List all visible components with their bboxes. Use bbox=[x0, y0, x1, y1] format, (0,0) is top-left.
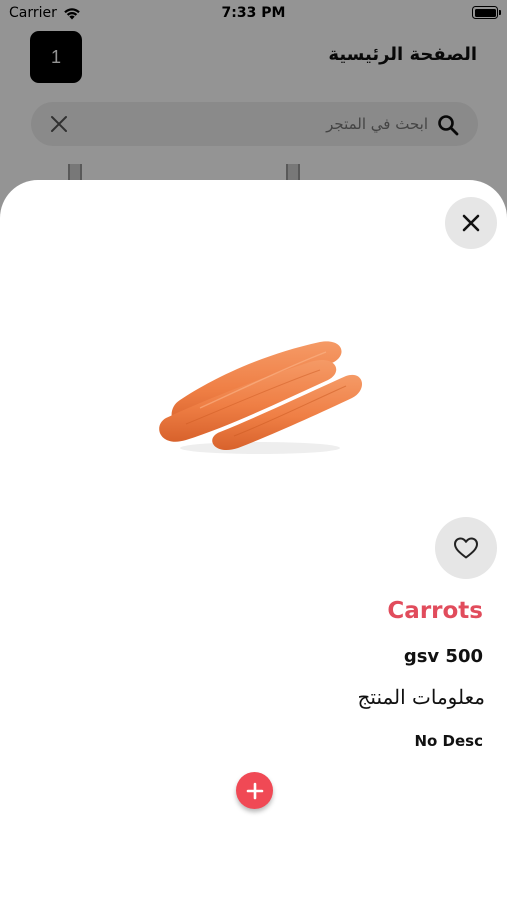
close-icon bbox=[462, 214, 480, 232]
plus-icon bbox=[246, 782, 263, 799]
product-image bbox=[159, 341, 363, 454]
product-detail-sheet: Carrots gsv 500 معلومات المنتج No Desc bbox=[0, 180, 507, 900]
heart-outline-icon bbox=[454, 537, 478, 559]
close-button[interactable] bbox=[445, 197, 497, 249]
favorite-button[interactable] bbox=[435, 517, 497, 579]
add-to-cart-button[interactable] bbox=[236, 772, 273, 809]
product-name: Carrots bbox=[387, 598, 483, 624]
product-description: No Desc bbox=[414, 732, 483, 750]
product-info-heading: معلومات المنتج bbox=[357, 685, 486, 709]
product-price: gsv 500 bbox=[403, 646, 483, 667]
